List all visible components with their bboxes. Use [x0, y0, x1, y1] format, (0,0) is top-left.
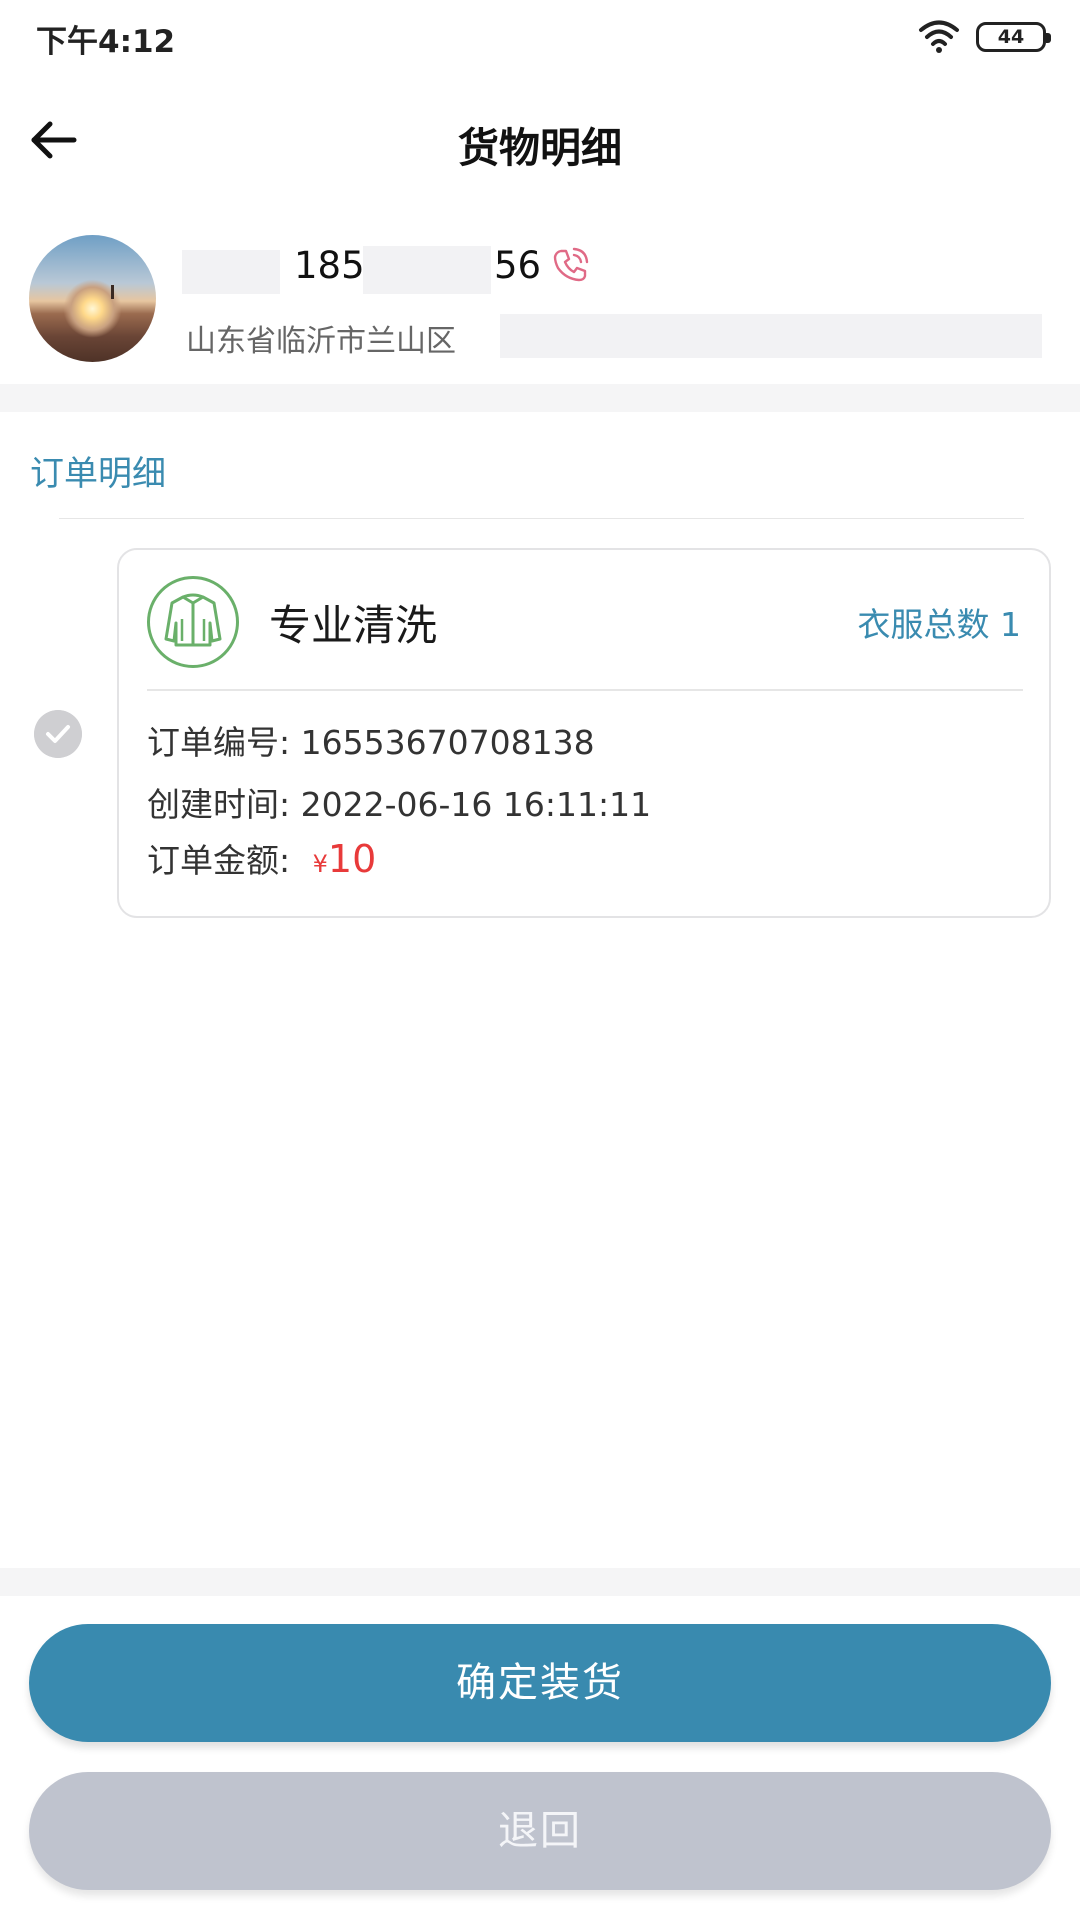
phone-call-icon[interactable] [552, 246, 590, 284]
order-number-label: 订单编号: [147, 723, 291, 762]
created-time-value: 2022-06-16 16:11:11 [300, 785, 652, 824]
service-name: 专业清洗 [269, 601, 438, 650]
select-checkbox[interactable] [34, 710, 82, 758]
section-title-orders: 订单明细 [30, 454, 166, 494]
page-title: 货物明细 [458, 124, 622, 172]
jacket-icon [147, 576, 239, 668]
garment-count: 衣服总数 1 [857, 605, 1022, 644]
avatar-figure [111, 285, 114, 299]
order-card[interactable]: 专业清洗 衣服总数 1 订单编号: 16553670708138 创建时间: 2… [117, 548, 1051, 918]
bottom-divider [0, 1568, 1080, 1596]
order-amount-row: 订单金额: ¥10 [147, 834, 376, 882]
section-divider-line [59, 518, 1024, 519]
order-number-value: 16553670708138 [300, 723, 595, 762]
status-bar: 下午4:12 44 [0, 0, 1080, 72]
created-time-label: 创建时间: [147, 785, 291, 824]
nav-bar: 货物明细 [0, 90, 1080, 192]
phone-prefix: 185 [294, 244, 365, 287]
wifi-icon [919, 20, 959, 53]
confirm-loading-button[interactable]: 确定装货 [29, 1624, 1051, 1742]
battery-level: 44 [997, 26, 1025, 48]
address: 山东省临沂市兰山区 [186, 324, 456, 359]
status-time: 下午4:12 [36, 24, 176, 60]
battery-icon: 44 [976, 22, 1051, 52]
redacted-name [182, 250, 280, 294]
order-amount-label: 订单金额: [147, 841, 291, 880]
phone-suffix: 56 [494, 244, 542, 287]
battery-cap [1046, 33, 1051, 43]
section-divider [0, 384, 1080, 412]
redacted-address-detail [500, 314, 1042, 358]
return-button[interactable]: 退回 [29, 1772, 1051, 1890]
redacted-phone-middle [363, 246, 491, 294]
created-time-row: 创建时间: 2022-06-16 16:11:11 [147, 778, 651, 826]
order-number-row: 订单编号: 16553670708138 [147, 716, 595, 764]
order-amount-value: 10 [327, 837, 377, 881]
currency-symbol: ¥ [312, 850, 328, 878]
avatar [29, 235, 156, 362]
card-divider [147, 689, 1023, 691]
customer-info: 185 56 山东省临沂市兰山区 [0, 220, 1080, 380]
